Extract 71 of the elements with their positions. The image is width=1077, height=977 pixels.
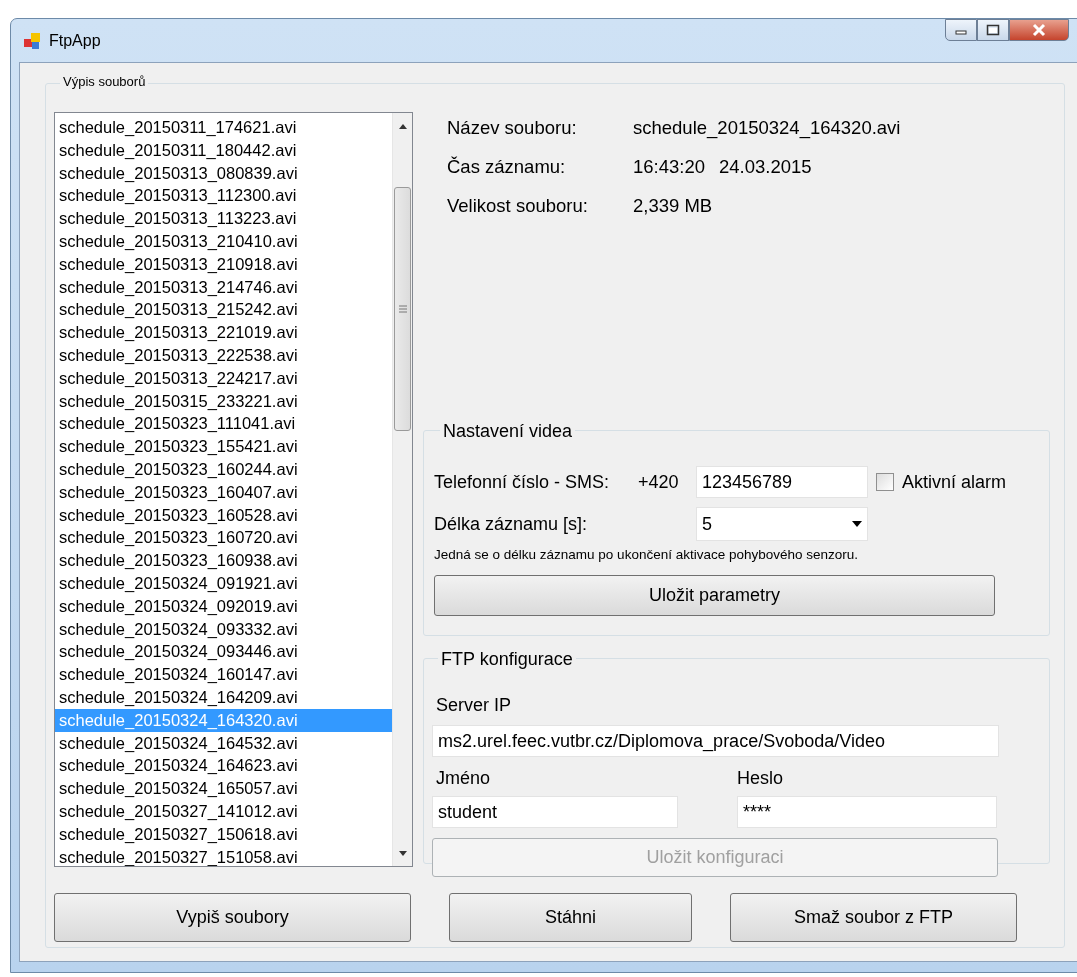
close-button[interactable] bbox=[1009, 19, 1069, 41]
list-item[interactable]: schedule_20150324_160147.avi bbox=[55, 663, 392, 686]
scroll-thumb[interactable] bbox=[394, 187, 411, 431]
field-label: Heslo bbox=[737, 767, 785, 790]
list-item[interactable]: schedule_20150324_164532.avi bbox=[55, 731, 392, 755]
info-value: schedule_20150324_164320.avi bbox=[633, 115, 901, 141]
list-item[interactable]: schedule_20150324_164209.avi bbox=[55, 685, 392, 709]
list-item[interactable]: schedule_20150311_174621.avi bbox=[55, 116, 392, 139]
list-item[interactable]: schedule_20150313_224217.avi bbox=[55, 366, 392, 390]
info-value: 2,339 MB bbox=[633, 193, 713, 218]
list-item[interactable]: schedule_20150323_160244.avi bbox=[55, 457, 392, 481]
phone-prefix: +420 bbox=[638, 470, 680, 494]
maximize-button[interactable] bbox=[977, 19, 1009, 41]
checkbox[interactable] bbox=[876, 473, 894, 491]
list-item[interactable]: schedule_20150323_160407.avi bbox=[55, 480, 392, 504]
list-item[interactable]: schedule_20150313_221019.avi bbox=[55, 321, 392, 344]
scrollbar[interactable] bbox=[392, 113, 412, 866]
list-item[interactable]: schedule_20150313_112300.avi bbox=[55, 184, 392, 208]
list-item[interactable]: schedule_20150327_151058.avi bbox=[55, 845, 392, 866]
maximize-icon bbox=[986, 24, 1000, 36]
server-field[interactable]: ms2.urel.feec.vutbr.cz/Diplomova_prace/Svoboda/Video bbox=[432, 725, 999, 757]
list-item[interactable]: schedule_20150324_092019.avi bbox=[55, 594, 392, 618]
file-list[interactable] bbox=[54, 112, 413, 867]
password-field[interactable]: **** bbox=[737, 796, 997, 828]
list-item[interactable]: schedule_20150327_141012.avi bbox=[55, 799, 392, 823]
name-field[interactable]: student bbox=[432, 796, 678, 828]
app-icon bbox=[23, 31, 41, 50]
list-item[interactable]: schedule_20150323_160720.avi bbox=[55, 526, 392, 550]
info-value: 16:43:20 bbox=[633, 154, 705, 179]
group-title: Výpis souborů bbox=[60, 72, 149, 92]
window-title: FtpApp bbox=[49, 30, 101, 51]
checkbox-label: Aktivní alarm bbox=[902, 470, 1007, 494]
info-label: Velikost souboru: bbox=[447, 193, 589, 218]
dropdown-arrow-icon bbox=[852, 521, 862, 527]
scroll-up-icon[interactable] bbox=[397, 123, 408, 129]
list-item[interactable]: schedule_20150323_155421.avi bbox=[55, 435, 392, 458]
info-label: Název souboru: bbox=[447, 115, 578, 140]
list-item[interactable]: schedule_20150323_160528.avi bbox=[55, 503, 392, 527]
list-item[interactable]: schedule_20150323_111041.avi bbox=[55, 412, 392, 436]
scroll-down-icon[interactable] bbox=[397, 851, 408, 857]
field-label: Telefonní číslo - SMS: bbox=[434, 470, 611, 494]
action-button[interactable]: Stáhni bbox=[449, 893, 692, 942]
list-item[interactable]: schedule_20150313_113223.avi bbox=[55, 207, 392, 230]
list-item[interactable]: schedule_20150324_164623.avi bbox=[55, 754, 392, 778]
action-button[interactable]: Smaž soubor z FTP bbox=[730, 893, 1017, 942]
close-icon bbox=[1031, 23, 1047, 37]
hint-text: Jedná se o délku záznamu po ukončení aktivace pohybového senzoru. bbox=[434, 546, 860, 564]
field-label: Server IP bbox=[435, 694, 513, 717]
list-item[interactable]: schedule_20150324_093332.avi bbox=[55, 617, 392, 641]
list-item[interactable]: schedule_20150313_222538.avi bbox=[55, 343, 392, 367]
list-item[interactable]: schedule_20150323_160938.avi bbox=[55, 549, 392, 572]
list-item[interactable]: schedule_20150313_210918.avi bbox=[55, 252, 392, 276]
action-button[interactable]: Vypiš soubory bbox=[54, 893, 411, 942]
list-item[interactable]: schedule_20150313_210410.avi bbox=[55, 230, 392, 253]
info-label: Čas záznamu: bbox=[447, 154, 567, 179]
duration-dropdown[interactable]: 5 bbox=[696, 507, 868, 541]
list-item[interactable]: schedule_20150327_150618.avi bbox=[55, 822, 392, 846]
save-button[interactable]: Uložit parametry bbox=[434, 575, 995, 617]
list-item[interactable]: schedule_20150313_214746.avi bbox=[55, 275, 392, 299]
minimize-button[interactable] bbox=[945, 19, 977, 41]
field-label: Délka záznamu [s]: bbox=[434, 512, 589, 536]
field-label: Jméno bbox=[435, 767, 492, 790]
phone-field[interactable]: 123456789 bbox=[696, 466, 868, 498]
list-item[interactable]: schedule_20150324_093446.avi bbox=[55, 640, 392, 664]
list-item[interactable]: schedule_20150324_091921.avi bbox=[55, 571, 392, 595]
info-value: 24.03.2015 bbox=[719, 154, 812, 179]
list-item[interactable]: schedule_20150315_233221.avi bbox=[55, 389, 392, 413]
list-item[interactable]: schedule_20150324_165057.avi bbox=[55, 777, 392, 800]
list-item[interactable]: schedule_20150313_080839.avi bbox=[55, 161, 392, 185]
list-item[interactable]: schedule_20150313_215242.avi bbox=[55, 298, 392, 322]
list-item[interactable]: schedule_20150311_180442.avi bbox=[55, 138, 392, 162]
